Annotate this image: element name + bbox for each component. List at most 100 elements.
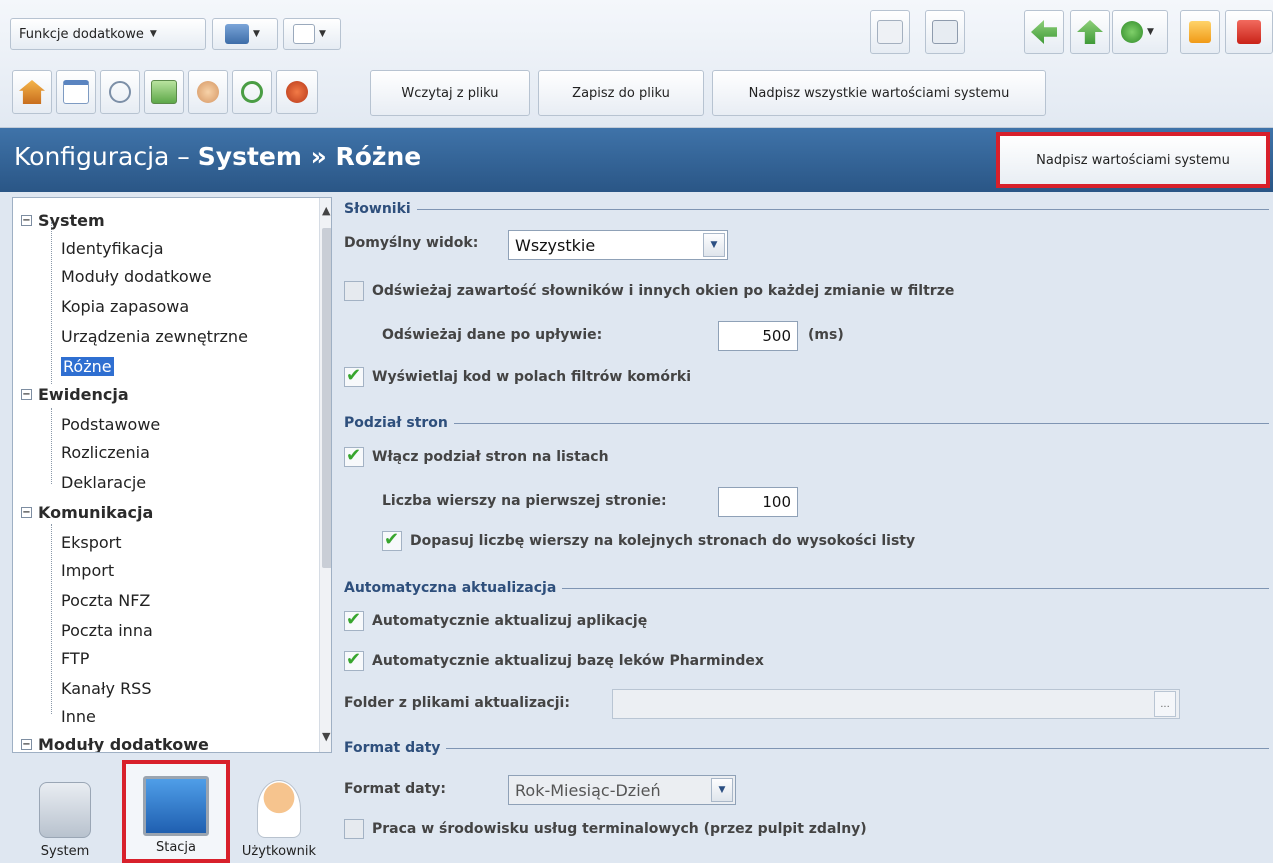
rows-first-input[interactable]: 100 — [718, 487, 798, 517]
layout-dropdown[interactable]: ▼ — [283, 18, 341, 50]
mode-uzytkownik-button[interactable]: Użytkownik — [234, 760, 324, 863]
group-title: Słowniki — [344, 201, 411, 217]
lock-button[interactable] — [1180, 10, 1220, 54]
tree-node-moduly-dodatkowe[interactable]: − Moduły dodatkowe — [21, 730, 209, 752]
home-button[interactable] — [12, 70, 52, 114]
refresh-filter-checkbox[interactable] — [344, 281, 364, 301]
collapse-icon[interactable]: − — [21, 506, 32, 518]
title-prefix: Konfiguracja – — [14, 142, 198, 171]
tree-item-label: Moduły dodatkowe — [61, 266, 212, 286]
tree-item-podstawowe[interactable]: Podstawowe — [61, 410, 160, 438]
collapse-icon[interactable]: − — [21, 214, 32, 226]
group-divider — [446, 747, 1269, 749]
tree-item-ftp[interactable]: FTP — [61, 644, 89, 672]
auto-update-app-label: Automatycznie aktualizuj aplikację — [372, 613, 648, 629]
back-button[interactable] — [1024, 10, 1064, 54]
refresh-after-input[interactable]: 500 — [718, 321, 798, 351]
date-format-value: Rok-Miesiąc-Dzień — [515, 780, 661, 800]
tree-guide — [51, 222, 52, 384]
collapse-icon[interactable]: − — [21, 738, 32, 750]
rows-first-label: Liczba wierszy na pierwszej stronie: — [382, 493, 667, 509]
browse-folder-button[interactable]: ... — [1154, 691, 1176, 717]
group-title: Podział stron — [344, 415, 448, 431]
tree-item-rozliczenia[interactable]: Rozliczenia — [61, 438, 150, 466]
network-button[interactable] — [925, 10, 965, 54]
scrollbar-thumb[interactable] — [322, 228, 331, 568]
tree-item-kopia[interactable]: Kopia zapasowa — [61, 292, 189, 320]
tree-item-label: FTP — [61, 648, 90, 668]
terminal-checkbox-row[interactable]: Praca w środowisku usług terminalowych (… — [344, 819, 867, 839]
page-title: Konfiguracja – System » Różne — [14, 142, 421, 171]
show-code-checkbox-row[interactable]: Wyświetlaj kod w polach filtrów komórki — [344, 365, 691, 387]
power-button[interactable] — [1225, 10, 1273, 54]
terminal-checkbox[interactable] — [344, 819, 364, 839]
chevron-down-icon: ▼ — [253, 29, 260, 39]
refresh-filter-label: Odświeżaj zawartość słowników i innych o… — [372, 283, 955, 299]
auto-update-app-checkbox[interactable] — [344, 609, 364, 631]
help-dropdown[interactable]: ▼ — [1112, 10, 1168, 54]
auto-update-pharm-row[interactable]: Automatycznie aktualizuj bazę leków Phar… — [344, 649, 764, 671]
tree-item-deklaracje[interactable]: Deklaracje — [61, 468, 146, 496]
paging-checkbox-row[interactable]: Włącz podział stron na listach — [344, 445, 609, 467]
tree-node-label: Komunikacja — [38, 502, 154, 522]
tree-item-label: Identyfikacja — [61, 238, 164, 258]
mode-system-button[interactable]: System — [20, 760, 110, 863]
fit-rows-checkbox[interactable] — [382, 529, 402, 551]
mode-label: Stacja — [155, 840, 197, 855]
show-code-label: Wyświetlaj kod w polach filtrów komórki — [372, 369, 691, 385]
tree-node-system[interactable]: − System — [21, 206, 105, 234]
stethoscope-button[interactable] — [100, 70, 140, 114]
tree-item-poczta-inna[interactable]: Poczta inna — [61, 616, 153, 644]
load-from-file-button[interactable]: Wczytaj z pliku — [370, 70, 530, 116]
date-format-select[interactable]: Rok-Miesiąc-Dzień ▼ — [508, 775, 736, 805]
group-divider — [562, 587, 1269, 589]
collapse-icon[interactable]: − — [21, 388, 32, 400]
print-dropdown[interactable]: ▼ — [212, 18, 278, 50]
tree-item-poczta-nfz[interactable]: Poczta NFZ — [61, 586, 150, 614]
chevron-down-icon[interactable]: ▼ — [703, 233, 725, 257]
fit-rows-label: Dopasuj liczbę wierszy na kolejnych stro… — [410, 533, 916, 549]
tree-item-import[interactable]: Import — [61, 556, 114, 584]
tree-item-kanaly-rss[interactable]: Kanały RSS — [61, 674, 152, 702]
tree-item-moduly[interactable]: Moduły dodatkowe — [61, 262, 212, 290]
tree-item-inne[interactable]: Inne — [61, 702, 96, 730]
tree-item-identyfikacja[interactable]: Identyfikacja — [61, 234, 164, 262]
scroll-up-icon[interactable]: ▲ — [322, 204, 330, 217]
chevron-down-icon: ▼ — [319, 29, 326, 39]
tree-scrollbar[interactable]: ▲ ▼ — [319, 198, 331, 752]
mail-button[interactable] — [870, 10, 910, 54]
auto-update-app-row[interactable]: Automatycznie aktualizuj aplikację — [344, 609, 648, 631]
scroll-down-icon[interactable]: ▼ — [322, 730, 330, 743]
paging-label: Włącz podział stron na listach — [372, 449, 609, 465]
auto-update-pharm-checkbox[interactable] — [344, 649, 364, 671]
override-all-button[interactable]: Nadpisz wszystkie wartościami systemu — [712, 70, 1046, 116]
functions-dropdown[interactable]: Funkcje dodatkowe ▼ — [10, 18, 206, 50]
fit-rows-checkbox-row[interactable]: Dopasuj liczbę wierszy na kolejnych stro… — [382, 529, 916, 551]
schedule-button[interactable] — [232, 70, 272, 114]
tree-item-label: Urządzenia zewnętrzne — [61, 326, 248, 346]
group-format: Format daty — [344, 740, 1269, 756]
tree-item-label: Inne — [61, 706, 96, 726]
chevron-down-icon[interactable]: ▼ — [711, 778, 733, 802]
documents-button[interactable] — [144, 70, 184, 114]
tree-item-urzadzenia[interactable]: Urządzenia zewnętrzne — [61, 322, 248, 350]
patients-button[interactable] — [188, 70, 228, 114]
virus-button[interactable] — [276, 70, 318, 114]
show-code-checkbox[interactable] — [344, 365, 364, 387]
tree-node-komunikacja[interactable]: − Komunikacja — [21, 498, 153, 526]
paging-checkbox[interactable] — [344, 445, 364, 467]
calendar-button[interactable] — [56, 70, 96, 114]
default-view-select[interactable]: Wszystkie ▼ — [508, 230, 728, 260]
up-button[interactable] — [1070, 10, 1110, 54]
refresh-filter-checkbox-row[interactable]: Odświeżaj zawartość słowników i innych o… — [344, 281, 954, 301]
tree-node-ewidencja[interactable]: − Ewidencja — [21, 380, 129, 408]
save-to-file-button[interactable]: Zapisz do pliku — [538, 70, 704, 116]
tree-item-rozne[interactable]: Różne — [61, 352, 114, 380]
mode-stacja-button[interactable]: Stacja — [122, 760, 230, 863]
tree-item-eksport[interactable]: Eksport — [61, 528, 122, 556]
default-view-value: Wszystkie — [515, 235, 596, 255]
update-folder-input[interactable] — [612, 689, 1180, 719]
functions-label: Funkcje dodatkowe — [19, 26, 144, 42]
network-icon — [932, 20, 958, 44]
override-system-values-button[interactable]: Nadpisz wartościami systemu — [996, 132, 1270, 188]
